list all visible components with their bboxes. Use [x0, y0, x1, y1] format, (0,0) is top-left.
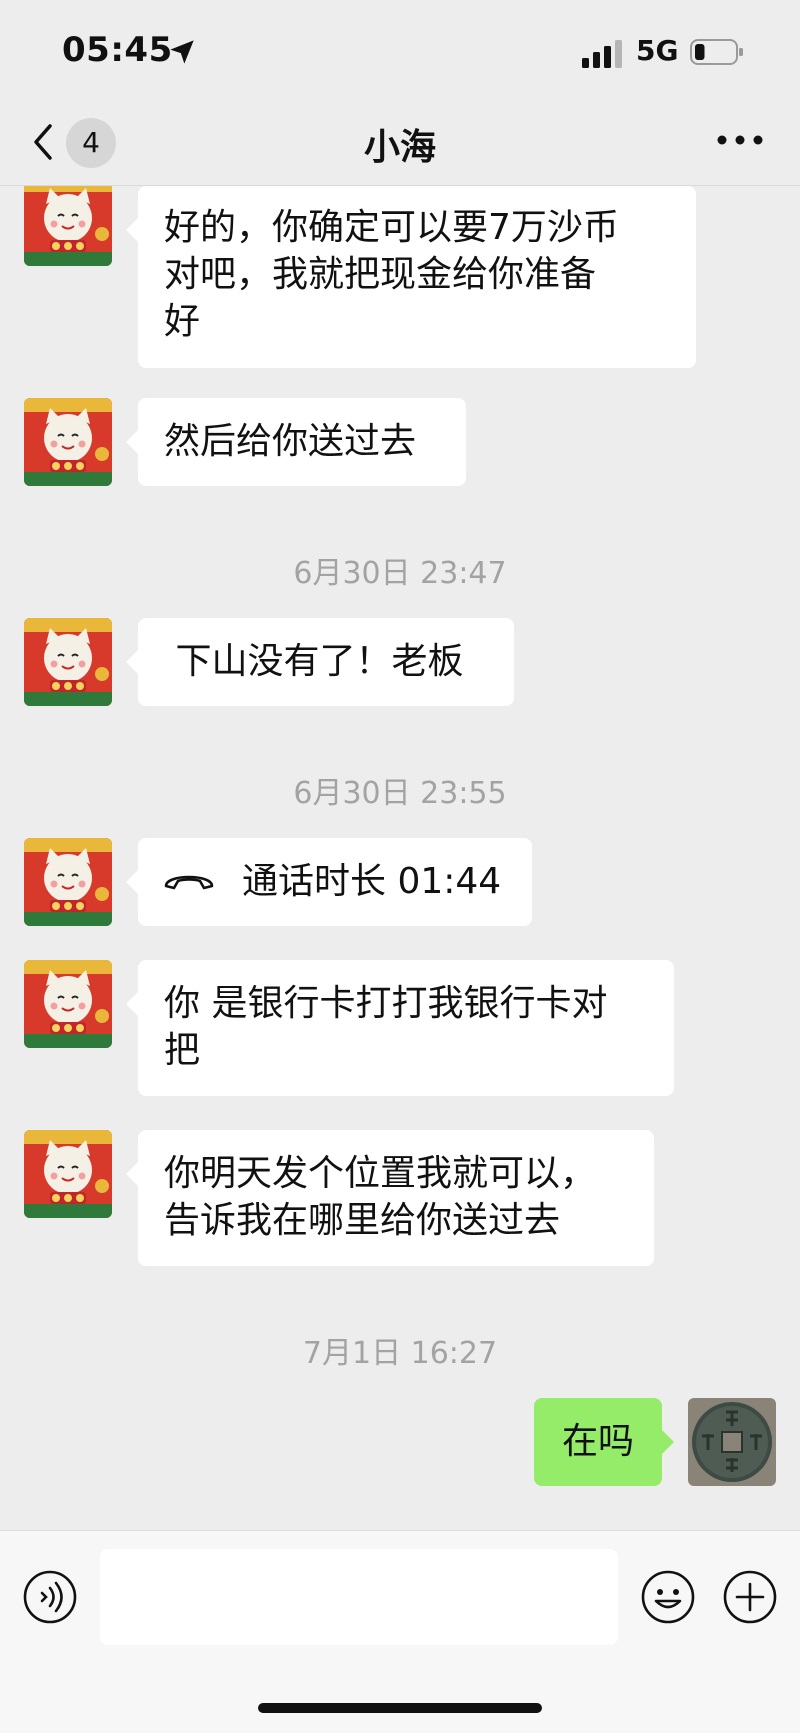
lucky-cat-avatar-image — [24, 398, 112, 486]
lucky-cat-avatar-image — [24, 618, 112, 706]
message-bubble[interactable]: 你 是银行卡打打我银行卡对 把 — [126, 960, 674, 1096]
voice-icon[interactable] — [22, 1569, 78, 1625]
chat-title: 小海 — [363, 127, 436, 168]
timestamp: 6月30日 23:47 — [293, 556, 507, 591]
lucky-cat-avatar-image — [24, 960, 112, 1048]
message-bubble[interactable]: 下山没有了！老板 — [126, 618, 514, 706]
phone-handset-icon — [164, 875, 214, 890]
coin-avatar-image — [688, 1398, 776, 1486]
more-dots-icon[interactable] — [714, 132, 766, 148]
contact-avatar[interactable] — [24, 960, 112, 1048]
input-bar — [0, 1530, 800, 1733]
battery-icon — [690, 39, 743, 65]
chat-header: 4 小海 — [0, 100, 800, 186]
home-indicator[interactable] — [258, 1703, 542, 1713]
emoji-icon[interactable] — [640, 1569, 696, 1625]
contact-avatar[interactable] — [24, 618, 112, 706]
message-bubble[interactable]: 好的，你确定可以要7万沙币 对吧，我就把现金给你准备 好 — [126, 186, 696, 368]
call-duration-text: 通话时长 01:44 — [242, 861, 502, 902]
message-bubble-self[interactable]: 在吗 — [534, 1398, 674, 1486]
plus-icon[interactable] — [722, 1569, 778, 1625]
status-time: 05:45 — [62, 30, 173, 70]
location-arrow-icon — [170, 40, 194, 64]
status-bar: 05:45 5G — [0, 0, 800, 100]
call-record-bubble[interactable]: 通话时长 01:44 — [126, 838, 532, 926]
lucky-cat-avatar-image — [24, 1130, 112, 1218]
lucky-cat-avatar-image — [24, 186, 112, 266]
message-bubble[interactable]: 你明天发个位置我就可以， 告诉我在哪里给你送过去 — [126, 1130, 654, 1266]
network-type: 5G — [636, 34, 679, 67]
message-input[interactable] — [100, 1549, 618, 1645]
timestamp: 7月1日 16:27 — [302, 1336, 498, 1371]
message-list[interactable]: 好的，你确定可以要7万沙币 对吧，我就把现金给你准备 好 然后给你送过去 6月3… — [0, 186, 800, 1530]
lucky-cat-avatar-image — [24, 838, 112, 926]
contact-avatar[interactable] — [24, 838, 112, 926]
cellular-signal-icon — [582, 40, 622, 68]
contact-avatar[interactable] — [24, 398, 112, 486]
message-bubble[interactable]: 然后给你送过去 — [126, 398, 466, 486]
contact-avatar[interactable] — [24, 1130, 112, 1218]
self-avatar[interactable] — [688, 1398, 776, 1486]
contact-avatar[interactable] — [24, 186, 112, 266]
timestamp: 6月30日 23:55 — [293, 776, 507, 811]
